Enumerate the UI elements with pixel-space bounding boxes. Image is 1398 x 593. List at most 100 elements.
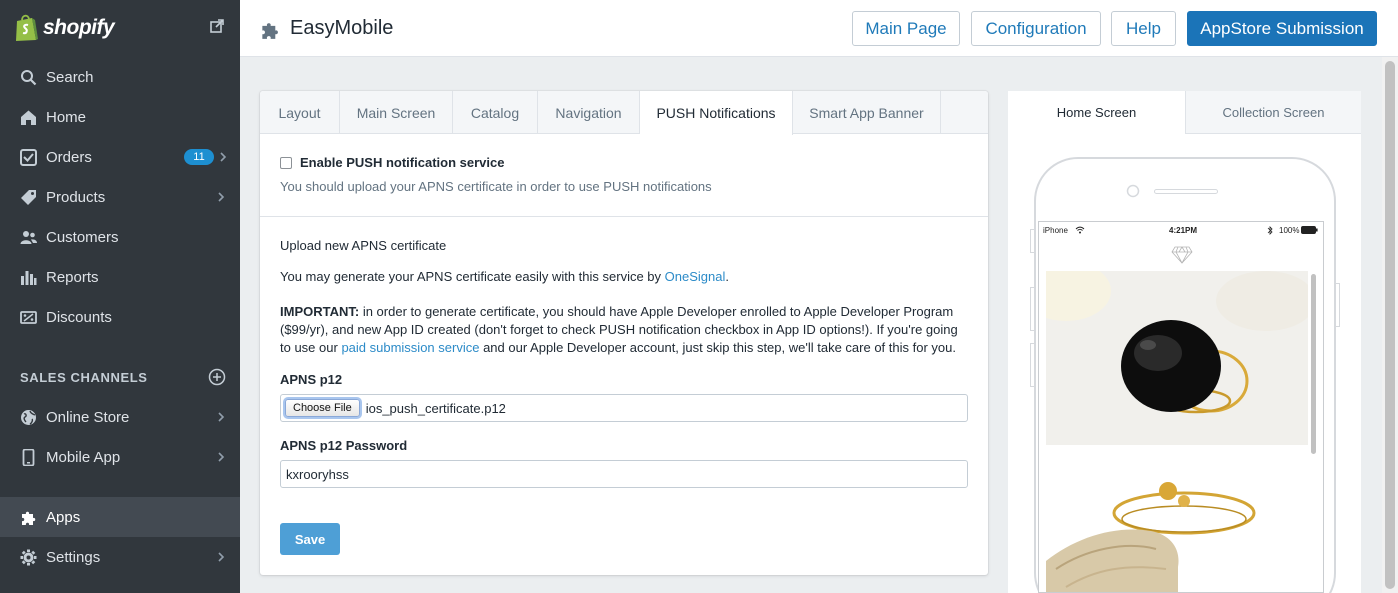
page-title: EasyMobile	[290, 17, 394, 39]
external-link-icon[interactable]	[210, 19, 224, 33]
push-settings-panel: Layout Main Screen Catalog Navigation PU…	[260, 91, 988, 575]
phone-speaker	[1154, 189, 1218, 194]
phone-side-button	[1030, 343, 1034, 387]
sidebar-item-mobile-app[interactable]: Mobile App	[0, 437, 240, 477]
sidebar-item-label: Discounts	[46, 308, 112, 326]
chevron-right-icon	[218, 552, 225, 562]
sidebar-item-label: Mobile App	[46, 448, 121, 466]
preview-tabs: Home Screen Collection Screen	[1008, 91, 1361, 134]
apns-password-input[interactable]: kxrooryhss	[280, 460, 968, 488]
sidebar-item-label: Settings	[46, 548, 101, 566]
configuration-button[interactable]: Configuration	[971, 11, 1101, 46]
apns-password-label: APNS p12 Password	[280, 438, 408, 453]
orders-icon	[20, 148, 37, 166]
add-sales-channel-icon[interactable]	[208, 368, 226, 386]
save-button[interactable]: Save	[280, 523, 340, 555]
product-image-black-ring	[1046, 271, 1308, 445]
battery-icon	[1301, 226, 1318, 234]
home-icon	[21, 110, 36, 125]
bluetooth-icon	[1267, 226, 1273, 235]
sidebar-item-label: Online Store	[46, 408, 130, 426]
phone-scrollbar[interactable]	[1311, 274, 1316, 454]
sidebar-item-label: Search	[46, 68, 94, 86]
enable-push-row[interactable]: Enable PUSH notification service	[280, 155, 504, 170]
chevron-right-icon	[218, 452, 225, 462]
sidebar-item-settings[interactable]: Settings	[0, 537, 240, 577]
tab-navigation[interactable]: Navigation	[538, 91, 640, 134]
sidebar-item-products[interactable]: Products	[0, 177, 240, 217]
sidebar-item-orders[interactable]: Orders 11	[0, 137, 240, 177]
sidebar-item-label: Orders	[46, 148, 92, 166]
store-logo-diamond-icon	[1171, 246, 1193, 264]
help-button[interactable]: Help	[1111, 11, 1176, 46]
apns-file-input[interactable]: Choose File ios_push_certificate.p12	[280, 394, 968, 422]
sidebar-item-label: Reports	[46, 268, 99, 286]
orders-count-badge: 11	[184, 149, 214, 165]
wifi-icon	[1075, 226, 1085, 234]
tab-layout[interactable]: Layout	[260, 91, 340, 134]
important-notice: IMPORTANT: in order to generate certific…	[280, 303, 970, 357]
phone-status-bar: iPhone 4:21PM 100%	[1039, 222, 1323, 239]
phone-screen: iPhone 4:21PM 100%	[1038, 221, 1324, 593]
reports-icon	[21, 270, 37, 285]
page-scrollbar-thumb[interactable]	[1385, 61, 1395, 589]
tab-catalog[interactable]: Catalog	[453, 91, 538, 134]
generate-text-prefix: You may generate your APNS certificate e…	[280, 269, 665, 284]
sidebar-item-label: Apps	[46, 508, 81, 526]
onesignal-link[interactable]: OneSignal	[665, 269, 726, 284]
tab-push-notifications[interactable]: PUSH Notifications	[640, 91, 793, 135]
app-header: EasyMobile Main Page Configuration Help …	[240, 0, 1398, 57]
sidebar-item-online-store[interactable]: Online Store	[0, 397, 240, 437]
status-battery-percent: 100%	[1279, 226, 1300, 235]
phone-side-button	[1030, 287, 1034, 331]
chevron-right-icon	[218, 192, 225, 202]
customers-icon	[20, 230, 37, 244]
generate-text-suffix: .	[725, 269, 729, 284]
phone-side-button	[1336, 283, 1340, 327]
enable-push-label[interactable]: Enable PUSH notification service	[300, 155, 504, 170]
tab-smart-app-banner[interactable]: Smart App Banner	[793, 91, 941, 134]
mobile-icon	[22, 448, 35, 466]
section-divider	[260, 216, 988, 217]
selected-file-name: ios_push_certificate.p12	[365, 400, 506, 416]
status-time: 4:21PM	[1169, 226, 1198, 235]
enable-push-checkbox[interactable]	[280, 156, 292, 169]
tab-home-screen[interactable]: Home Screen	[1008, 91, 1185, 134]
main-page-button[interactable]: Main Page	[852, 11, 960, 46]
globe-icon	[21, 409, 36, 425]
sidebar: shopify Search Home Orders 11 Products C…	[0, 0, 240, 593]
tab-collection-screen[interactable]: Collection Screen	[1185, 91, 1361, 134]
apns-p12-label: APNS p12	[280, 372, 343, 387]
sidebar-item-label: Customers	[46, 228, 119, 246]
sales-channels-heading: SALES CHANNELS	[20, 370, 148, 385]
chevron-right-icon	[220, 152, 227, 162]
shopify-logo[interactable]: shopify	[14, 12, 115, 44]
gear-icon	[20, 549, 37, 565]
tab-main-screen[interactable]: Main Screen	[340, 91, 453, 134]
shopify-bag-icon	[16, 14, 38, 41]
settings-tabs: Layout Main Screen Catalog Navigation PU…	[260, 91, 988, 135]
discounts-icon	[20, 310, 37, 324]
upload-certificate-link[interactable]: Upload new APNS certificate	[280, 237, 970, 255]
sidebar-item-home[interactable]: Home	[0, 97, 240, 137]
chevron-right-icon	[218, 412, 225, 422]
sidebar-item-apps[interactable]: Apps	[0, 497, 240, 537]
phone-camera-icon	[1126, 184, 1140, 198]
enable-push-hint: You should upload your APNS certificate …	[280, 179, 712, 194]
sidebar-item-search[interactable]: Search	[0, 57, 240, 97]
paid-submission-link[interactable]: paid submission service	[341, 340, 479, 355]
sidebar-item-customers[interactable]: Customers	[0, 217, 240, 257]
brand-name: shopify	[43, 16, 115, 39]
puzzle-icon	[262, 23, 278, 39]
sidebar-item-discounts[interactable]: Discounts	[0, 297, 240, 337]
puzzle-icon	[22, 511, 36, 525]
tag-icon	[21, 189, 36, 205]
sidebar-item-reports[interactable]: Reports	[0, 257, 240, 297]
password-value: kxrooryhss	[286, 466, 349, 482]
appstore-submission-button[interactable]: AppStore Submission	[1187, 11, 1377, 46]
choose-file-button[interactable]: Choose File	[285, 399, 360, 417]
sidebar-item-label: Products	[46, 188, 106, 206]
important-text-end: and our Apple Developer account, just sk…	[479, 340, 956, 355]
generate-certificate-text: You may generate your APNS certificate e…	[280, 268, 970, 286]
search-icon	[21, 69, 37, 85]
